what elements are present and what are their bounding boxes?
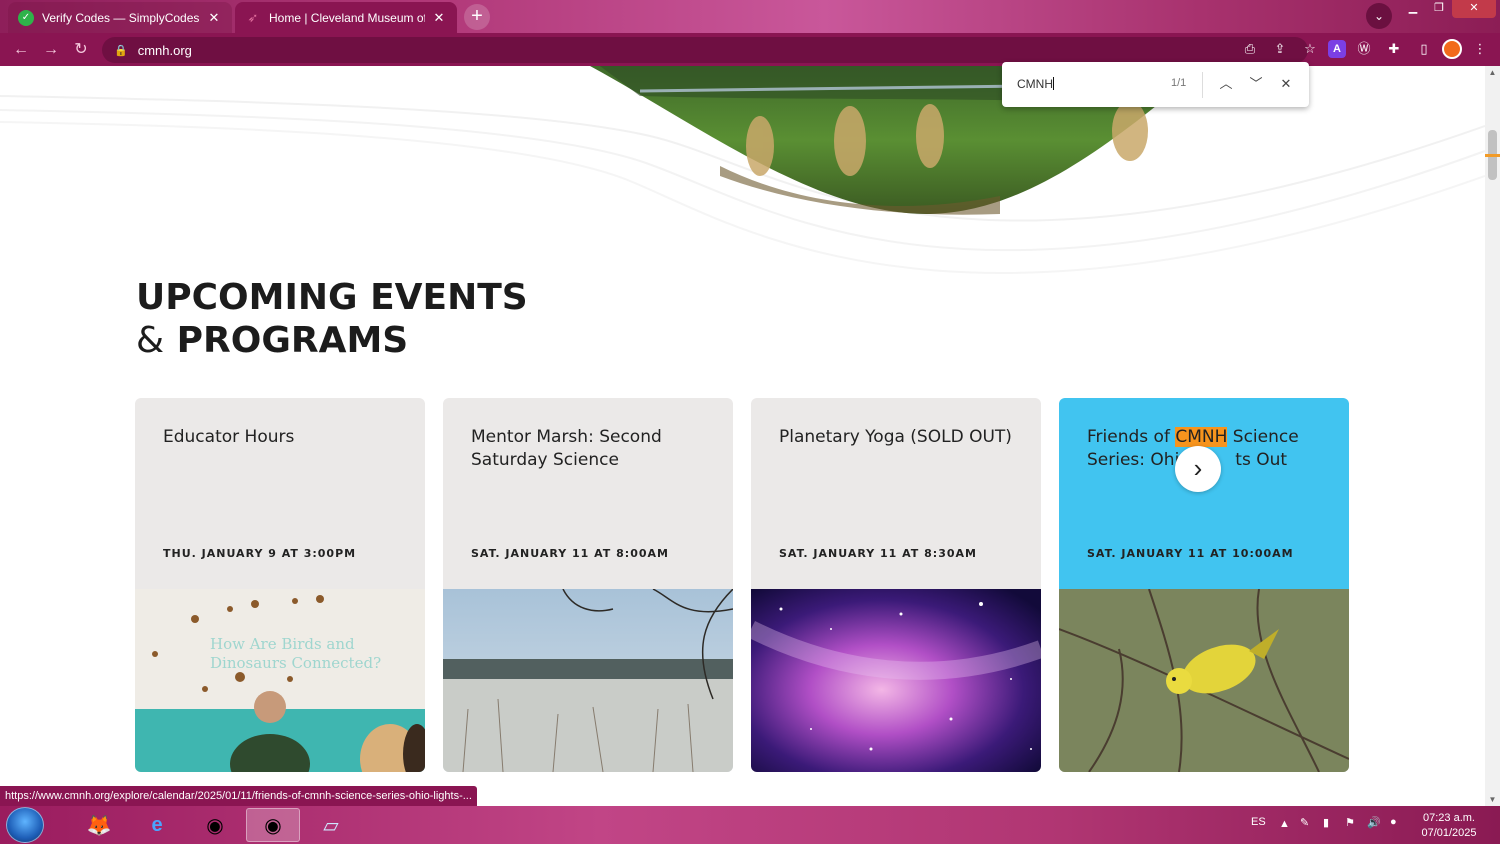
address-bar[interactable]: 🔒 cmnh.org [102, 37, 1308, 63]
menu-kebab-icon[interactable]: ⋮ [1468, 37, 1492, 61]
find-count: 1/1 [1171, 77, 1187, 89]
extension-a-icon[interactable]: A [1328, 40, 1346, 58]
profile-avatar[interactable] [1442, 39, 1462, 59]
tab-search-chevron-icon[interactable]: ⌄ [1366, 3, 1392, 29]
page-scrollbar[interactable]: ▲ ▼ [1485, 66, 1500, 806]
tab-title: Home | Cleveland Museum of Na [269, 10, 425, 25]
find-next-chevron-down-icon[interactable]: ﹀ [1247, 75, 1265, 93]
image-text-1: How Are Birds and [210, 635, 355, 653]
event-date: SAT. JANUARY 11 AT 10:00AM [1087, 547, 1294, 560]
status-url: https://www.cmnh.org/explore/calendar/20… [0, 786, 477, 806]
find-in-page-icon[interactable]: ⎙ [1238, 37, 1262, 61]
share-icon[interactable]: ⇪ [1268, 37, 1292, 61]
app-tray-icon[interactable]: ● [1390, 816, 1397, 844]
tab-cmnh[interactable]: ➶ Home | Cleveland Museum of Na ✕ [235, 2, 457, 33]
heading-line-1: UPCOMING EVENTS [136, 277, 528, 318]
bookmark-star-icon[interactable]: ☆ [1298, 37, 1322, 61]
url-text: cmnh.org [137, 42, 192, 58]
clock-date: 07/01/2025 [1421, 827, 1477, 839]
event-title: Educator Hours [163, 427, 295, 447]
reload-icon[interactable]: ↻ [66, 35, 96, 65]
heading-line-2: PROGRAMS [176, 320, 409, 361]
event-date: SAT. JANUARY 11 AT 8:30AM [779, 547, 977, 560]
action-center-flag-icon[interactable]: ⚑ [1345, 816, 1355, 844]
new-tab-button[interactable]: + [464, 4, 490, 30]
event-image: How Are Birds and Dinosaurs Connected? [135, 589, 425, 772]
event-image [1059, 589, 1349, 772]
simplycodes-favicon-icon: ✓ [18, 9, 34, 26]
minimize-icon[interactable]: ▁ [1400, 0, 1426, 18]
heading-ampersand: & [136, 320, 165, 361]
language-indicator[interactable]: ES [1251, 816, 1266, 844]
event-date: SAT. JANUARY 11 AT 8:00AM [471, 547, 669, 560]
tab-simplycodes[interactable]: ✓ Verify Codes — SimplyCodes ✕ [8, 2, 232, 33]
cmnh-favicon-icon: ➶ [247, 9, 259, 25]
forward-arrow-icon[interactable]: → [36, 35, 66, 65]
event-title: Planetary Yoga (SOLD OUT) [779, 427, 1012, 447]
chrome-icon[interactable]: ◉ [188, 808, 242, 842]
find-input[interactable]: CMNH [1017, 77, 1054, 91]
start-button-windows-icon[interactable] [6, 807, 44, 843]
toolbar-icons: ⎙ ⇪ ☆ A Ⓦ ✚ ▯ ⋮ [1238, 37, 1492, 61]
pen-icon[interactable]: ✎ [1300, 816, 1309, 844]
carousel-next-chevron-icon[interactable]: › [1175, 446, 1221, 492]
tab-strip: ✓ Verify Codes — SimplyCodes ✕ ➶ Home | … [0, 0, 1500, 33]
event-image [443, 589, 733, 772]
window-controls: ▁ ❐ ✕ [1400, 0, 1496, 18]
event-card-planetary-yoga[interactable]: Planetary Yoga (SOLD OUT) SAT. JANUARY 1… [751, 398, 1041, 772]
internet-explorer-icon[interactable]: e [130, 808, 184, 842]
tab-close-icon[interactable]: ✕ [206, 10, 222, 26]
extension-w-icon[interactable]: Ⓦ [1352, 37, 1376, 61]
find-divider [1202, 72, 1203, 98]
extensions-puzzle-icon[interactable]: ✚ [1382, 37, 1406, 61]
event-date: THU. JANUARY 9 AT 3:00PM [163, 547, 357, 560]
find-result-marker [1485, 154, 1500, 157]
clock-time: 07:23 a.m. [1423, 812, 1475, 824]
chrome-active-icon[interactable]: ◉ [246, 808, 300, 842]
event-card-mentor-marsh[interactable]: Mentor Marsh: Second Saturday Science SA… [443, 398, 733, 772]
find-close-icon[interactable]: ✕ [1277, 75, 1295, 93]
windows-taskbar: 🦊 e ◉ ◉ ▱ ES ▲ ✎ ▮ ⚑ 🔊 ● 07:23 a.m. 07/0… [0, 806, 1500, 844]
find-previous-chevron-up-icon[interactable]: ︿ [1217, 75, 1235, 93]
window-close-icon[interactable]: ✕ [1452, 0, 1496, 18]
back-arrow-icon[interactable]: ← [6, 35, 36, 65]
scroll-up-icon[interactable]: ▲ [1485, 68, 1500, 77]
event-image [751, 589, 1041, 772]
page-content: UPCOMING EVENTS & PROGRAMS Educator Hour… [0, 66, 1485, 806]
notepad-app-icon[interactable]: ▱ [304, 808, 358, 842]
network-signal-icon[interactable]: ▮ [1323, 816, 1329, 844]
volume-icon[interactable]: 🔊 [1367, 816, 1381, 844]
taskbar-clock[interactable]: 07:23 a.m. 07/01/2025 [1416, 811, 1482, 841]
maximize-icon[interactable]: ❐ [1426, 0, 1452, 18]
find-match-highlight: CMNH [1175, 427, 1228, 447]
scroll-down-icon[interactable]: ▼ [1485, 795, 1500, 804]
event-title: Mentor Marsh: Second Saturday Science [471, 427, 662, 470]
event-card-educator-hours[interactable]: Educator Hours THU. JANUARY 9 AT 3:00PM … [135, 398, 425, 772]
section-heading: UPCOMING EVENTS & PROGRAMS [136, 276, 528, 362]
tab-close-icon[interactable]: ✕ [431, 10, 447, 26]
image-text-2: Dinosaurs Connected? [210, 654, 381, 672]
tab-title: Verify Codes — SimplyCodes [42, 10, 200, 25]
lock-icon: 🔒 [114, 44, 128, 57]
firefox-icon[interactable]: 🦊 [72, 808, 126, 842]
find-bar: CMNH 1/1 ︿ ﹀ ✕ [1002, 62, 1309, 107]
side-panel-icon[interactable]: ▯ [1412, 37, 1436, 61]
tray-expand-icon[interactable]: ▲ [1279, 818, 1290, 844]
